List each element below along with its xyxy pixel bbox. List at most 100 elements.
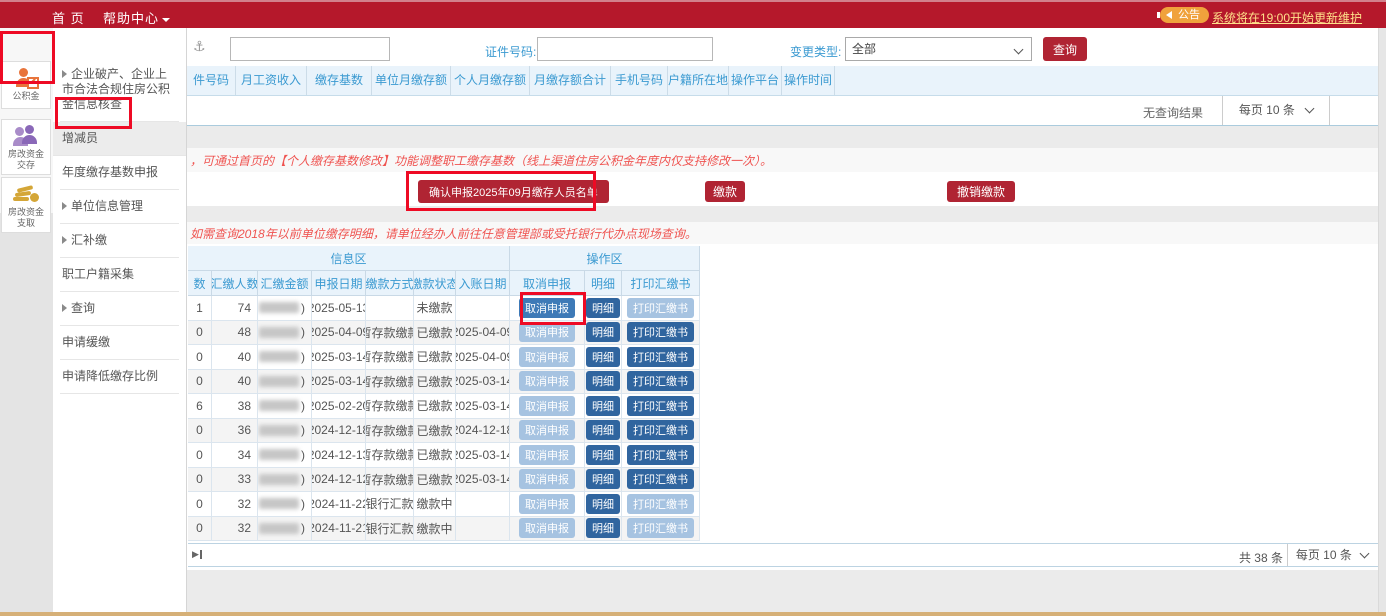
page-size-select-bottom[interactable]: 每页 10 条 [1287, 544, 1376, 566]
detail-button[interactable]: 明细 [586, 469, 620, 489]
cell-entry-date: 2024-12-18 [456, 419, 510, 444]
cell-cancel-declare: 取消申报 [510, 492, 585, 517]
cell-num: 0 [188, 345, 212, 370]
cell-pay-status: 缴款中 [414, 492, 456, 517]
grid-header-cell: 月工资收入 [236, 66, 307, 95]
cell-cancel-declare: 取消申报 [510, 443, 585, 468]
cert-number-input[interactable] [537, 37, 713, 61]
confirm-declare-button[interactable]: 确认申报2025年09月缴存人员名单 [418, 180, 609, 203]
menu-item-6[interactable]: 查询 [60, 292, 179, 326]
table-row: 034)2024-12-13暂存款缴款已缴款2025-03-14取消申报明细打印… [188, 443, 700, 468]
print-remittance-button[interactable]: 打印汇缴书 [627, 420, 694, 440]
table-row: 032)2024-11-22银行汇款缴款中取消申报明细打印汇缴书 [188, 492, 700, 517]
print-remittance-button[interactable]: 打印汇缴书 [627, 322, 694, 342]
menu-item-2[interactable]: 年度缴存基数申报 [60, 156, 179, 190]
menu-item-0[interactable]: 企业破产、企业上市合法合规住房公积金信息核查 [60, 58, 179, 122]
cell-pay-method: 暂存款缴款 [366, 370, 414, 395]
cell-pay-status: 未缴款 [414, 296, 456, 321]
empty-result-bar: 无查询结果 每页 10 条 [187, 96, 1378, 126]
print-remittance-button[interactable]: 打印汇缴书 [627, 396, 694, 416]
cancel-declare-button[interactable]: 取消申报 [519, 518, 575, 538]
cancel-declare-button[interactable]: 取消申报 [519, 322, 575, 342]
print-remittance-button[interactable]: 打印汇缴书 [627, 298, 694, 318]
rail-item-label: 房改资金交存 [2, 149, 50, 174]
column-header-9: 打印汇缴书 [622, 271, 700, 296]
gray-band-2 [187, 206, 1378, 222]
cell-num: 0 [188, 468, 212, 493]
maintenance-link[interactable]: 系统将在19:00开始更新维护 [1212, 9, 1362, 26]
menu-item-7[interactable]: 申请缓缴 [60, 326, 179, 360]
detail-button[interactable]: 明细 [586, 420, 620, 440]
cell-print: 打印汇缴书 [622, 468, 700, 493]
cell-declare-date: 2024-12-18 [312, 419, 366, 444]
detail-button[interactable]: 明细 [586, 322, 620, 342]
print-remittance-button[interactable]: 打印汇缴书 [627, 371, 694, 391]
detail-button[interactable]: 明细 [586, 298, 620, 318]
pay-button[interactable]: 缴款 [705, 181, 745, 202]
nav-help[interactable]: 帮助中心 [103, 8, 170, 27]
detail-button[interactable]: 明细 [586, 371, 620, 391]
menu-item-label: 年度缴存基数申报 [62, 165, 158, 179]
cell-num: 0 [188, 492, 212, 517]
cell-num: 0 [188, 321, 212, 346]
rail-item-1[interactable]: 房改资金交存 [1, 119, 51, 175]
announcement-badge[interactable]: 公告 [1160, 7, 1209, 23]
cancel-declare-button[interactable]: 取消申报 [519, 469, 575, 489]
cell-pay-method: 暂存款缴款 [366, 443, 414, 468]
cancel-declare-button[interactable]: 取消申报 [519, 347, 575, 367]
cell-entry-date [456, 492, 510, 517]
revoke-pay-button[interactable]: 撤销缴款 [947, 181, 1015, 202]
cell-entry-date [456, 517, 510, 542]
print-remittance-button[interactable]: 打印汇缴书 [627, 445, 694, 465]
cancel-declare-button[interactable]: 取消申报 [519, 420, 575, 440]
rail-item-0[interactable]: 公积金 [1, 61, 51, 109]
cancel-declare-button[interactable]: 取消申报 [519, 371, 575, 391]
detail-button[interactable]: 明细 [586, 396, 620, 416]
masked-amount [259, 351, 299, 362]
menu-item-label: 申请降低缴存比例 [62, 369, 158, 383]
menu-item-3[interactable]: 单位信息管理 [60, 190, 179, 224]
cancel-declare-button[interactable]: 取消申报 [519, 445, 575, 465]
cancel-declare-button[interactable]: 取消申报 [519, 298, 575, 318]
page-size-select-top[interactable]: 每页 10 条 [1222, 96, 1330, 125]
cell-detail: 明细 [585, 468, 622, 493]
cell-people: 36 [212, 419, 258, 444]
menu-item-1[interactable]: 增减员 [53, 122, 186, 156]
cell-print: 打印汇缴书 [622, 345, 700, 370]
print-remittance-button[interactable]: 打印汇缴书 [627, 494, 694, 514]
detail-button[interactable]: 明细 [586, 494, 620, 514]
result-grid-header: 件号码月工资收入缴存基数单位月缴存额个人月缴存额月缴存额合计手机号码户籍所在地操… [187, 66, 1378, 96]
gray-band-bottom [187, 570, 1378, 612]
nav-home[interactable]: 首 页 [52, 8, 85, 27]
change-type-select[interactable]: 全部 [845, 37, 1032, 61]
menu-item-8[interactable]: 申请降低缴存比例 [60, 360, 179, 394]
cell-num: 6 [188, 394, 212, 419]
chevron-right-icon [62, 202, 67, 210]
cell-amount-masked: ) [258, 419, 312, 444]
scroll-end-indicator[interactable]: ▶ [192, 549, 202, 560]
query-button[interactable]: 查询 [1043, 37, 1087, 61]
menu-item-4[interactable]: 汇补缴 [60, 224, 179, 258]
cancel-declare-button[interactable]: 取消申报 [519, 396, 575, 416]
print-remittance-button[interactable]: 打印汇缴书 [627, 518, 694, 538]
detail-button[interactable]: 明细 [586, 518, 620, 538]
right-scroll-gutter[interactable] [1378, 28, 1386, 612]
cell-entry-date: 2025-03-14 [456, 468, 510, 493]
menu-item-5[interactable]: 职工户籍采集 [60, 258, 179, 292]
detail-button[interactable]: 明细 [586, 347, 620, 367]
masked-amount [259, 425, 299, 436]
print-remittance-button[interactable]: 打印汇缴书 [627, 469, 694, 489]
cell-detail: 明细 [585, 492, 622, 517]
cancel-declare-button[interactable]: 取消申报 [519, 494, 575, 514]
side-rail: 公积金房改资金交存房改资金支取 [0, 28, 53, 612]
detail-button[interactable]: 明细 [586, 445, 620, 465]
cell-print: 打印汇缴书 [622, 419, 700, 444]
menu-item-label: 查询 [71, 301, 95, 315]
rail-item-2[interactable]: 房改资金支取 [1, 177, 51, 233]
column-header-0: 数 [188, 271, 212, 296]
cell-print: 打印汇缴书 [622, 443, 700, 468]
column-header-4: 缴款方式 [366, 271, 414, 296]
cell-detail: 明细 [585, 321, 622, 346]
keyword-input[interactable] [230, 37, 390, 61]
print-remittance-button[interactable]: 打印汇缴书 [627, 347, 694, 367]
